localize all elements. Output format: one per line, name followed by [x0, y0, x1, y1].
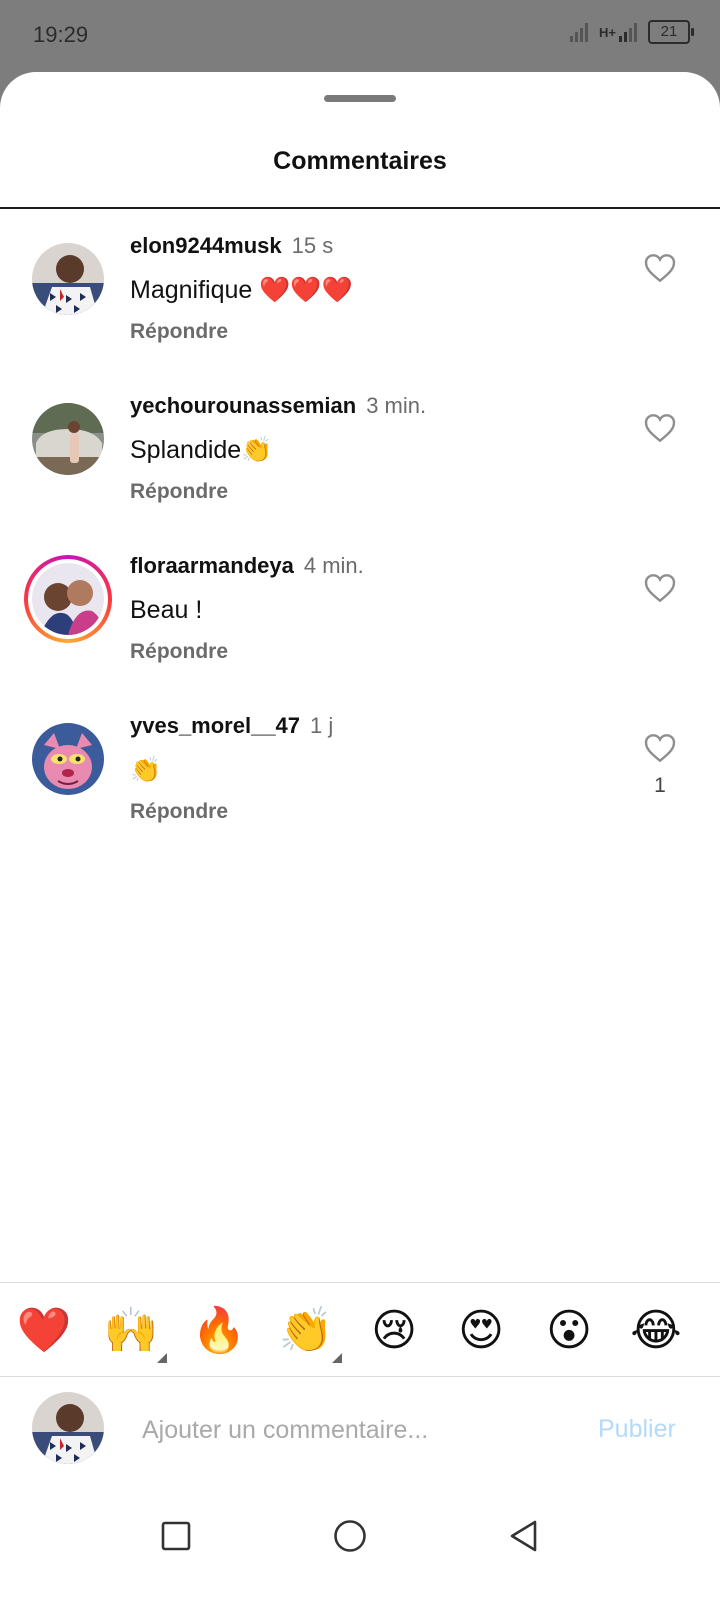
comment-text: Magnifique ❤️❤️❤️ — [130, 276, 353, 304]
emoji-clap-button[interactable]: 👏 — [276, 1301, 342, 1363]
comment-body: floraarmandeya 4 min. Beau ! Répondre — [130, 552, 610, 664]
divider — [0, 207, 720, 209]
skin-tone-indicator — [157, 1353, 167, 1363]
comment-time: 4 min. — [303, 553, 364, 578]
avatar[interactable] — [32, 243, 104, 315]
home-icon[interactable] — [320, 1506, 380, 1566]
comment-time: 3 min. — [366, 393, 427, 418]
emoji-surprised-button[interactable]: 😮 — [539, 1301, 599, 1361]
comment-item: floraarmandeya 4 min. Beau ! Répondre — [0, 530, 720, 690]
drag-handle[interactable] — [324, 95, 396, 102]
comment-text: 👏 — [130, 756, 162, 784]
network-type: H+ — [599, 24, 616, 40]
divider — [0, 1282, 720, 1283]
avatar-story-ring[interactable] — [24, 555, 112, 643]
comment-composer: Publier — [0, 1377, 720, 1482]
comment-body: yechourounassemian 3 min. Splandide👏 Répo… — [130, 392, 610, 504]
comment-header: yves_morel__47 1 j — [130, 712, 610, 740]
skin-tone-indicator — [332, 1353, 342, 1363]
status-time: 19:29 — [33, 22, 89, 47]
comment-input[interactable] — [140, 1407, 574, 1453]
emoji-raised-hands-button[interactable]: 🙌 — [101, 1301, 167, 1363]
status-bar: 19:29 H+ 21 — [0, 0, 720, 72]
comment-time: 1 j — [310, 713, 334, 738]
avatar[interactable] — [32, 723, 104, 795]
comment-body: yves_morel__47 1 j 👏 Répondre — [130, 712, 610, 824]
recent-apps-icon[interactable] — [146, 1506, 206, 1566]
heart-icon[interactable] — [644, 413, 676, 443]
comment-item: yechourounassemian 3 min. Splandide👏 Répo… — [0, 370, 720, 530]
heart-icon[interactable] — [644, 253, 676, 283]
comment-username[interactable]: floraarmandeya — [130, 553, 294, 578]
sheet-title: Commentaires — [273, 147, 447, 175]
system-nav-bar — [0, 1482, 720, 1612]
comment-username[interactable]: yves_morel__47 — [130, 713, 300, 738]
comment-item: elon9244musk 15 s Magnifique ❤️❤️❤️ Répon… — [0, 210, 720, 370]
comment-header: yechourounassemian 3 min. — [130, 392, 610, 420]
comment-text: Splandide👏 — [130, 436, 273, 464]
own-avatar — [32, 1392, 104, 1464]
emoji-glyph: 👏 — [278, 1306, 334, 1355]
avatar[interactable] — [32, 403, 104, 475]
emoji-glyph: 🙌 — [103, 1306, 159, 1355]
like-count: 1 — [654, 774, 666, 797]
comment-header: elon9244musk 15 s — [130, 232, 610, 260]
comments-sheet: Commentaires elon9244musk 15 s Magnifique — [0, 72, 720, 1612]
comment-list: elon9244musk 15 s Magnifique ❤️❤️❤️ Répon… — [0, 210, 720, 850]
battery-level: 21 — [660, 23, 678, 40]
comment-username[interactable]: elon9244musk — [130, 233, 282, 258]
signal-icon — [570, 23, 589, 42]
comment-text: Beau ! — [130, 596, 203, 624]
avatar-inner — [28, 559, 108, 639]
status-icons: H+ 21 — [569, 20, 694, 44]
emoji-heart-button[interactable]: ❤️ — [14, 1301, 74, 1361]
reply-button[interactable]: Répondre — [130, 640, 610, 664]
emoji-heart-eyes-button[interactable]: 😍 — [451, 1301, 511, 1361]
comment-header: floraarmandeya 4 min. — [130, 552, 610, 580]
reply-button[interactable]: Répondre — [130, 320, 610, 344]
reply-button[interactable]: Répondre — [130, 800, 610, 824]
reply-button[interactable]: Répondre — [130, 480, 610, 504]
emoji-laughing-button[interactable]: 😂 — [626, 1301, 686, 1361]
comment-body: elon9244musk 15 s Magnifique ❤️❤️❤️ Répon… — [130, 232, 610, 344]
heart-icon[interactable] — [644, 573, 676, 603]
heart-icon[interactable] — [644, 733, 676, 763]
comment-item: yves_morel__47 1 j 👏 Répondre 1 — [0, 690, 720, 850]
battery-icon: 21 — [648, 20, 694, 44]
emoji-fire-button[interactable]: 🔥 — [189, 1301, 249, 1361]
emoji-reaction-bar: ❤️ 🙌 🔥 👏 😢 😍 😮 😂 — [0, 1297, 720, 1367]
comment-username[interactable]: yechourounassemian — [130, 393, 356, 418]
publish-button[interactable]: Publier — [598, 1415, 676, 1444]
back-icon[interactable] — [494, 1506, 554, 1566]
comment-time: 15 s — [291, 233, 334, 258]
avatar — [32, 563, 104, 635]
signal-icon-2 — [619, 23, 637, 42]
emoji-crying-button[interactable]: 😢 — [364, 1301, 424, 1361]
